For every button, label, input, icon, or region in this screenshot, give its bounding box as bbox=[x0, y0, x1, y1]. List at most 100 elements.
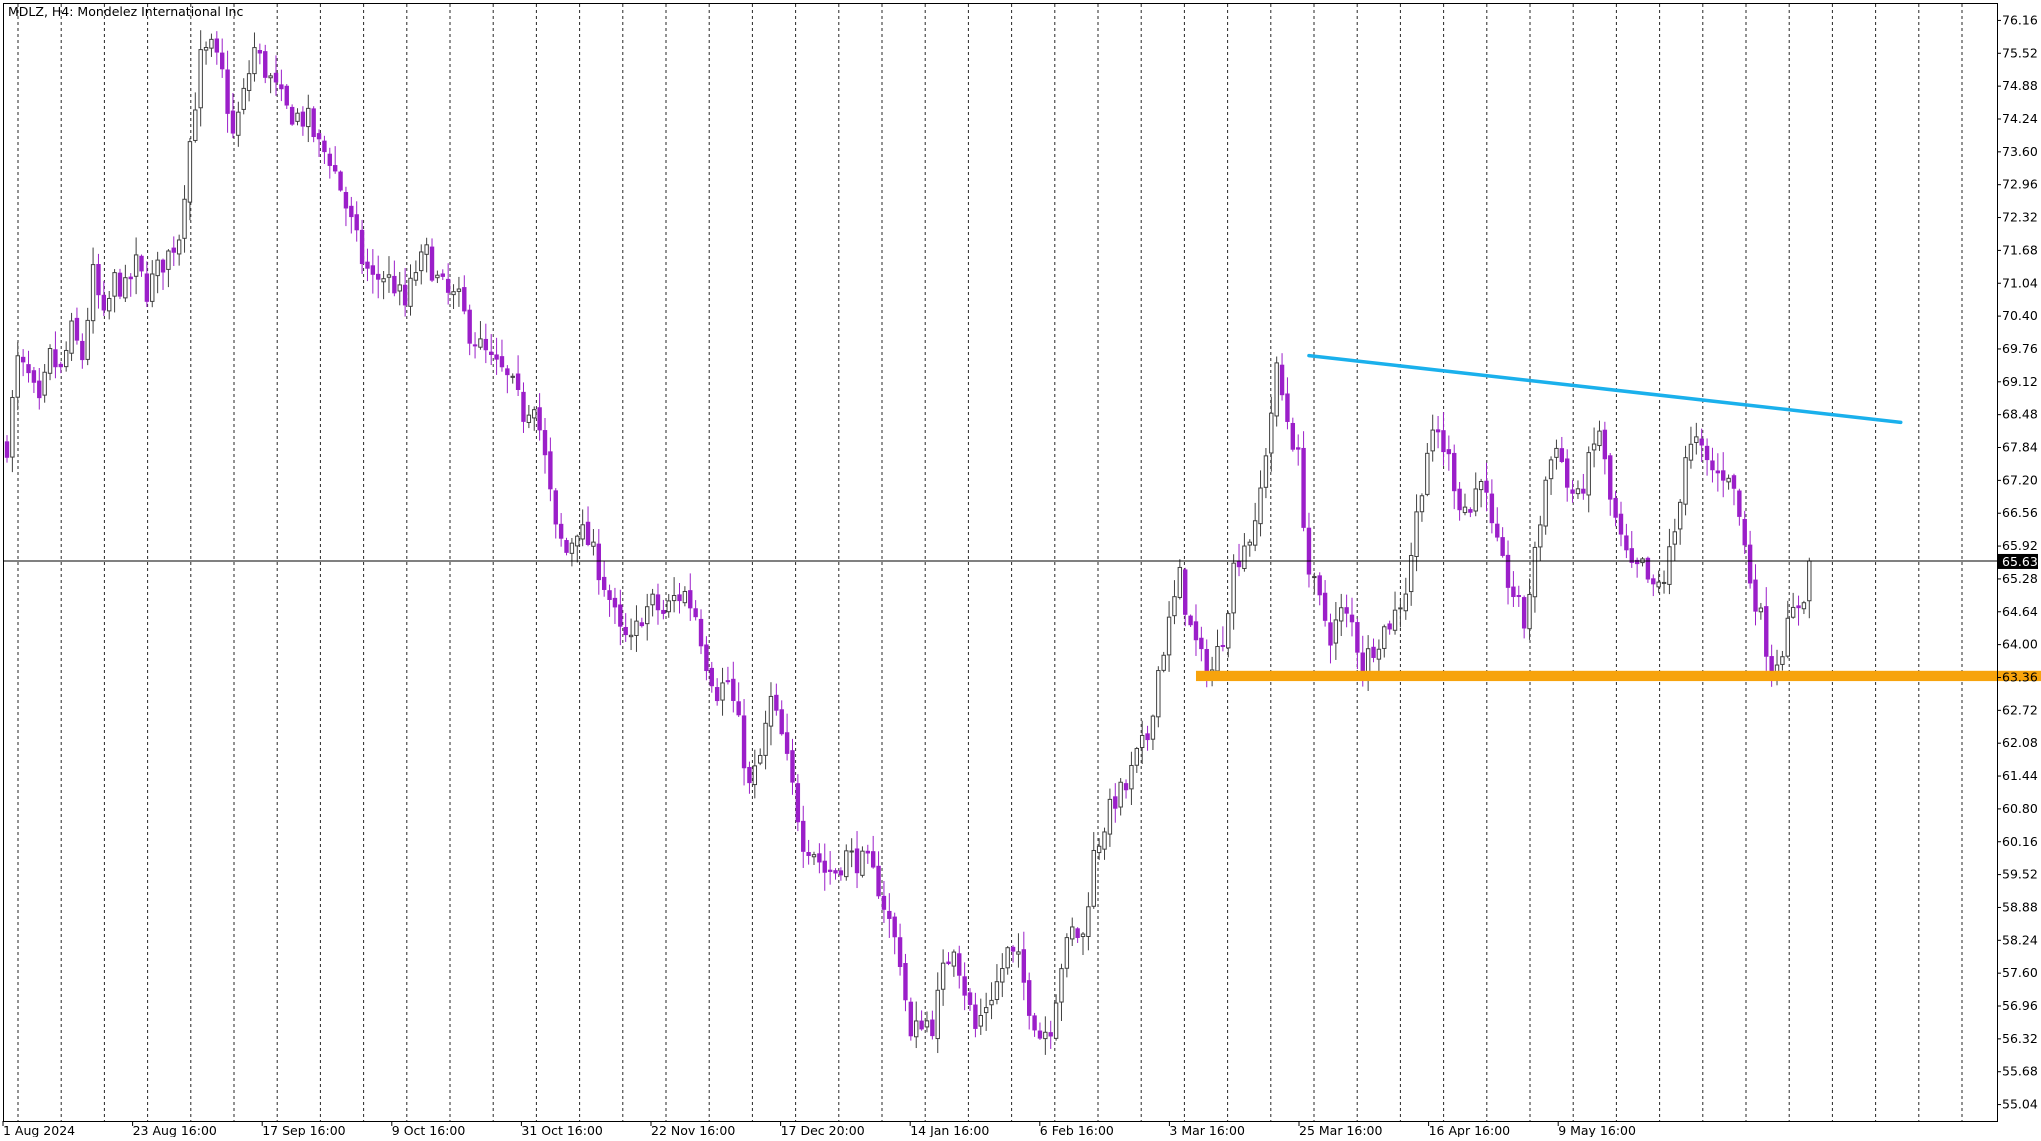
candle-body bbox=[919, 1020, 924, 1030]
candle bbox=[322, 135, 327, 164]
candle-body bbox=[1624, 535, 1629, 551]
candle-body bbox=[1484, 480, 1489, 493]
candle-body bbox=[860, 850, 865, 876]
candle bbox=[1075, 927, 1080, 943]
candle bbox=[827, 851, 833, 885]
candle bbox=[914, 1001, 919, 1049]
candle bbox=[994, 964, 1000, 1005]
candle-body bbox=[467, 309, 472, 344]
candle-body bbox=[935, 989, 940, 1040]
annotations[interactable] bbox=[1195, 353, 2041, 682]
candle-body bbox=[1629, 548, 1634, 563]
resistance-trendline[interactable] bbox=[1307, 353, 1903, 425]
candlestick-chart[interactable]: 76.16 75.52 74.88 74.24 73.60 72.96 72.32 71.68… bbox=[0, 0, 2041, 1138]
candle bbox=[1543, 476, 1548, 535]
candle-body bbox=[478, 338, 483, 348]
candle bbox=[1758, 602, 1764, 620]
y-tick-label-33: 55.04 bbox=[2002, 1097, 2038, 1112]
candle bbox=[1107, 788, 1113, 847]
candle-body bbox=[166, 250, 171, 270]
candle-body bbox=[445, 278, 451, 293]
candle bbox=[107, 290, 112, 320]
y-tick-label-1: 75.52 bbox=[2002, 45, 2038, 60]
support-zone[interactable] bbox=[1195, 670, 2041, 682]
candle-body bbox=[402, 284, 408, 306]
candle-body bbox=[731, 678, 736, 701]
candle-body bbox=[1349, 614, 1355, 623]
candle bbox=[1586, 446, 1591, 513]
candle bbox=[714, 678, 720, 706]
candle-body bbox=[1252, 520, 1258, 546]
candle bbox=[1468, 507, 1473, 518]
candle bbox=[1742, 510, 1747, 554]
candle bbox=[1484, 462, 1489, 512]
chart-canvas[interactable]: 76.16 75.52 74.88 74.24 73.60 72.96 72.32 71.68… bbox=[0, 0, 2041, 1138]
candle-body bbox=[1376, 648, 1382, 660]
candle bbox=[1199, 626, 1204, 662]
candle-body bbox=[1710, 460, 1715, 471]
candle bbox=[1005, 946, 1010, 975]
candle bbox=[306, 94, 311, 143]
candle-body bbox=[1166, 616, 1172, 656]
candle bbox=[408, 264, 413, 316]
candle-body bbox=[849, 850, 854, 853]
candle-body bbox=[1000, 968, 1005, 983]
candle-body bbox=[1048, 1032, 1053, 1037]
candle-body bbox=[1478, 481, 1484, 491]
candle-body bbox=[1016, 951, 1021, 955]
candle-body bbox=[1129, 764, 1134, 790]
candle-body bbox=[257, 50, 263, 54]
x-tick-label-6: 17 Dec 20:00 bbox=[781, 1123, 865, 1137]
candle-body bbox=[15, 355, 20, 398]
candle bbox=[822, 843, 827, 891]
candle bbox=[1070, 917, 1075, 947]
candle-body bbox=[74, 317, 80, 341]
candle-body bbox=[1177, 566, 1183, 598]
candle bbox=[139, 254, 144, 277]
candle bbox=[601, 561, 607, 597]
candle-body bbox=[349, 205, 354, 218]
candle-body bbox=[193, 109, 198, 141]
candle-body bbox=[822, 860, 827, 873]
candle-body bbox=[392, 275, 397, 294]
candle-body bbox=[1188, 615, 1193, 626]
candle bbox=[1156, 666, 1161, 728]
candle-body bbox=[526, 414, 532, 423]
candle-body bbox=[1780, 656, 1785, 665]
candle-body bbox=[1301, 447, 1306, 528]
candle bbox=[467, 304, 472, 356]
candle bbox=[951, 949, 957, 977]
candle-body bbox=[1193, 621, 1199, 641]
candle bbox=[811, 851, 817, 865]
candle-body bbox=[1489, 493, 1495, 524]
y-tick-label-31: 56.32 bbox=[2002, 1031, 2038, 1046]
candle-body bbox=[1263, 455, 1269, 488]
candle bbox=[1398, 598, 1403, 628]
candle-body bbox=[1618, 513, 1624, 535]
y-tick-label-29: 57.60 bbox=[2002, 965, 2038, 980]
candle-body bbox=[1333, 619, 1339, 644]
candle-body bbox=[413, 272, 419, 281]
candle bbox=[85, 307, 90, 366]
candle bbox=[833, 868, 838, 880]
candle bbox=[1478, 478, 1484, 508]
candle bbox=[1419, 493, 1425, 522]
candle-body bbox=[569, 542, 575, 554]
candle bbox=[671, 577, 677, 613]
candle-body bbox=[870, 851, 876, 868]
candle bbox=[376, 255, 381, 299]
candle-body bbox=[1753, 579, 1758, 612]
candle bbox=[1688, 426, 1694, 469]
candle bbox=[526, 404, 532, 429]
candle bbox=[1365, 635, 1371, 691]
candle-body bbox=[440, 273, 445, 277]
candle bbox=[596, 529, 601, 595]
candle bbox=[580, 509, 585, 547]
candle-body bbox=[381, 278, 386, 283]
y-tick-label-6: 72.32 bbox=[2002, 210, 2038, 225]
candle bbox=[349, 196, 354, 234]
candle bbox=[241, 78, 246, 115]
candle-body bbox=[983, 1007, 989, 1014]
candle-body bbox=[370, 265, 376, 275]
candle bbox=[1651, 574, 1656, 597]
